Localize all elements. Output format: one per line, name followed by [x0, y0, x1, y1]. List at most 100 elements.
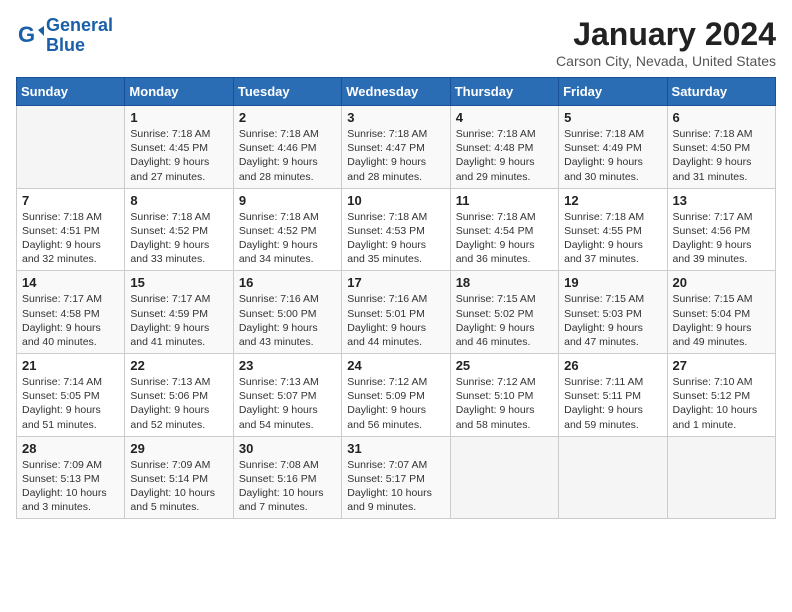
day-number: 25: [456, 358, 553, 373]
calendar-cell: 7 Sunrise: 7:18 AMSunset: 4:51 PMDaylight…: [17, 188, 125, 271]
day-number: 18: [456, 275, 553, 290]
day-number: 3: [347, 110, 444, 125]
day-number: 20: [673, 275, 770, 290]
calendar-cell: 6 Sunrise: 7:18 AMSunset: 4:50 PMDaylight…: [667, 106, 775, 189]
day-number: 26: [564, 358, 661, 373]
calendar-cell: 16 Sunrise: 7:16 AMSunset: 5:00 PMDayligh…: [233, 271, 341, 354]
col-saturday: Saturday: [667, 78, 775, 106]
calendar-week-5: 28 Sunrise: 7:09 AMSunset: 5:13 PMDayligh…: [17, 436, 776, 519]
calendar-cell: 10 Sunrise: 7:18 AMSunset: 4:53 PMDayligh…: [342, 188, 450, 271]
day-number: 27: [673, 358, 770, 373]
calendar-cell: [450, 436, 558, 519]
calendar-cell: 11Sunrise: 7:18 AMSunset: 4:54 PMDayligh…: [450, 188, 558, 271]
calendar-cell: 24 Sunrise: 7:12 AMSunset: 5:09 PMDayligh…: [342, 354, 450, 437]
logo-text: General Blue: [46, 16, 113, 56]
day-info: Sunrise: 7:13 AMSunset: 5:07 PMDaylight:…: [239, 375, 336, 432]
day-number: 7: [22, 193, 119, 208]
day-info: Sunrise: 7:09 AMSunset: 5:14 PMDaylight:…: [130, 458, 227, 515]
day-info: Sunrise: 7:14 AMSunset: 5:05 PMDaylight:…: [22, 375, 119, 432]
calendar-week-4: 21Sunrise: 7:14 AMSunset: 5:05 PMDayligh…: [17, 354, 776, 437]
col-thursday: Thursday: [450, 78, 558, 106]
calendar-cell: 21Sunrise: 7:14 AMSunset: 5:05 PMDayligh…: [17, 354, 125, 437]
day-number: 8: [130, 193, 227, 208]
logo: G General Blue: [16, 16, 113, 56]
day-number: 16: [239, 275, 336, 290]
day-number: 29: [130, 441, 227, 456]
day-info: Sunrise: 7:15 AMSunset: 5:03 PMDaylight:…: [564, 292, 661, 349]
calendar-week-2: 7 Sunrise: 7:18 AMSunset: 4:51 PMDaylight…: [17, 188, 776, 271]
day-info: Sunrise: 7:17 AMSunset: 4:56 PMDaylight:…: [673, 210, 770, 267]
day-info: Sunrise: 7:15 AMSunset: 5:02 PMDaylight:…: [456, 292, 553, 349]
day-info: Sunrise: 7:09 AMSunset: 5:13 PMDaylight:…: [22, 458, 119, 515]
calendar-cell: 5Sunrise: 7:18 AMSunset: 4:49 PMDaylight…: [559, 106, 667, 189]
calendar-cell: 27Sunrise: 7:10 AMSunset: 5:12 PMDayligh…: [667, 354, 775, 437]
day-info: Sunrise: 7:18 AMSunset: 4:48 PMDaylight:…: [456, 127, 553, 184]
page-header: G General Blue January 2024 Carson City,…: [16, 16, 776, 69]
calendar-cell: 14 Sunrise: 7:17 AMSunset: 4:58 PMDayligh…: [17, 271, 125, 354]
calendar-cell: 3 Sunrise: 7:18 AMSunset: 4:47 PMDaylight…: [342, 106, 450, 189]
calendar-cell: 29 Sunrise: 7:09 AMSunset: 5:14 PMDayligh…: [125, 436, 233, 519]
day-number: 4: [456, 110, 553, 125]
calendar-cell: 28 Sunrise: 7:09 AMSunset: 5:13 PMDayligh…: [17, 436, 125, 519]
calendar-cell: 9Sunrise: 7:18 AMSunset: 4:52 PMDaylight…: [233, 188, 341, 271]
calendar-cell: 25Sunrise: 7:12 AMSunset: 5:10 PMDayligh…: [450, 354, 558, 437]
day-info: Sunrise: 7:12 AMSunset: 5:09 PMDaylight:…: [347, 375, 444, 432]
calendar-cell: 8 Sunrise: 7:18 AMSunset: 4:52 PMDaylight…: [125, 188, 233, 271]
day-number: 5: [564, 110, 661, 125]
day-number: 17: [347, 275, 444, 290]
day-number: 14: [22, 275, 119, 290]
calendar-table: Sunday Monday Tuesday Wednesday Thursday…: [16, 77, 776, 519]
calendar-cell: 31 Sunrise: 7:07 AMSunset: 5:17 PMDayligh…: [342, 436, 450, 519]
day-number: 30: [239, 441, 336, 456]
day-info: Sunrise: 7:18 AMSunset: 4:47 PMDaylight:…: [347, 127, 444, 184]
day-number: 22: [130, 358, 227, 373]
calendar-cell: 12Sunrise: 7:18 AMSunset: 4:55 PMDayligh…: [559, 188, 667, 271]
day-number: 28: [22, 441, 119, 456]
day-info: Sunrise: 7:07 AMSunset: 5:17 PMDaylight:…: [347, 458, 444, 515]
day-number: 11: [456, 193, 553, 208]
day-info: Sunrise: 7:18 AMSunset: 4:45 PMDaylight:…: [130, 127, 227, 184]
day-number: 31: [347, 441, 444, 456]
day-info: Sunrise: 7:18 AMSunset: 4:52 PMDaylight:…: [239, 210, 336, 267]
day-info: Sunrise: 7:18 AMSunset: 4:53 PMDaylight:…: [347, 210, 444, 267]
day-info: Sunrise: 7:18 AMSunset: 4:52 PMDaylight:…: [130, 210, 227, 267]
location-title: Carson City, Nevada, United States: [556, 53, 776, 69]
col-wednesday: Wednesday: [342, 78, 450, 106]
day-number: 2: [239, 110, 336, 125]
day-number: 6: [673, 110, 770, 125]
calendar-cell: 13 Sunrise: 7:17 AMSunset: 4:56 PMDayligh…: [667, 188, 775, 271]
day-info: Sunrise: 7:18 AMSunset: 4:46 PMDaylight:…: [239, 127, 336, 184]
calendar-cell: 17 Sunrise: 7:16 AMSunset: 5:01 PMDayligh…: [342, 271, 450, 354]
day-number: 1: [130, 110, 227, 125]
day-info: Sunrise: 7:18 AMSunset: 4:50 PMDaylight:…: [673, 127, 770, 184]
day-info: Sunrise: 7:18 AMSunset: 4:51 PMDaylight:…: [22, 210, 119, 267]
calendar-header: Sunday Monday Tuesday Wednesday Thursday…: [17, 78, 776, 106]
day-info: Sunrise: 7:17 AMSunset: 4:58 PMDaylight:…: [22, 292, 119, 349]
day-number: 23: [239, 358, 336, 373]
calendar-body: 1 Sunrise: 7:18 AMSunset: 4:45 PMDaylight…: [17, 106, 776, 519]
col-monday: Monday: [125, 78, 233, 106]
calendar-cell: [559, 436, 667, 519]
day-number: 24: [347, 358, 444, 373]
day-info: Sunrise: 7:15 AMSunset: 5:04 PMDaylight:…: [673, 292, 770, 349]
calendar-cell: 22 Sunrise: 7:13 AMSunset: 5:06 PMDayligh…: [125, 354, 233, 437]
day-info: Sunrise: 7:13 AMSunset: 5:06 PMDaylight:…: [130, 375, 227, 432]
svg-text:G: G: [18, 22, 35, 47]
calendar-cell: 20 Sunrise: 7:15 AMSunset: 5:04 PMDayligh…: [667, 271, 775, 354]
day-info: Sunrise: 7:16 AMSunset: 5:00 PMDaylight:…: [239, 292, 336, 349]
day-number: 15: [130, 275, 227, 290]
calendar-week-1: 1 Sunrise: 7:18 AMSunset: 4:45 PMDaylight…: [17, 106, 776, 189]
col-sunday: Sunday: [17, 78, 125, 106]
calendar-cell: [17, 106, 125, 189]
day-info: Sunrise: 7:18 AMSunset: 4:55 PMDaylight:…: [564, 210, 661, 267]
calendar-cell: 18 Sunrise: 7:15 AMSunset: 5:02 PMDayligh…: [450, 271, 558, 354]
calendar-cell: 4 Sunrise: 7:18 AMSunset: 4:48 PMDaylight…: [450, 106, 558, 189]
day-info: Sunrise: 7:16 AMSunset: 5:01 PMDaylight:…: [347, 292, 444, 349]
calendar-cell: 19 Sunrise: 7:15 AMSunset: 5:03 PMDayligh…: [559, 271, 667, 354]
col-friday: Friday: [559, 78, 667, 106]
header-row: Sunday Monday Tuesday Wednesday Thursday…: [17, 78, 776, 106]
day-number: 10: [347, 193, 444, 208]
day-number: 13: [673, 193, 770, 208]
col-tuesday: Tuesday: [233, 78, 341, 106]
day-number: 19: [564, 275, 661, 290]
